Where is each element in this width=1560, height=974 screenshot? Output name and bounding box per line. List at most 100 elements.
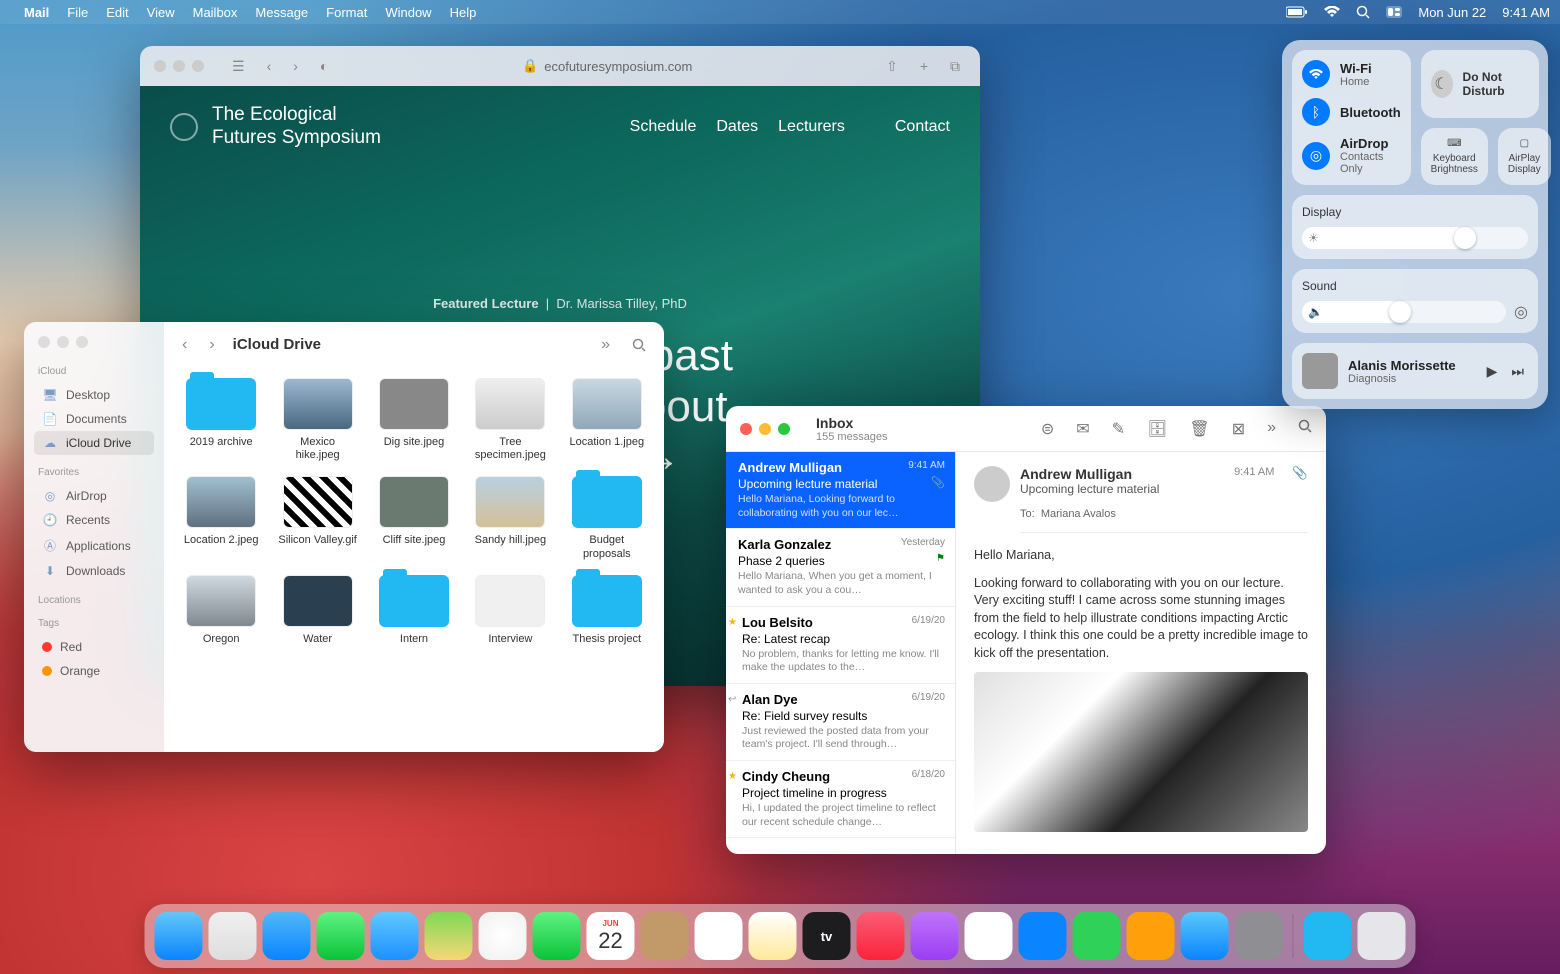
sidebar-item-airdrop[interactable]: ◎AirDrop (34, 484, 154, 508)
new-tab-button[interactable]: + (914, 54, 934, 78)
message-item[interactable]: ★Lou Belsito6/19/20Re: Latest recapNo pr… (726, 607, 955, 684)
wifi-icon[interactable] (1324, 6, 1340, 18)
dock-notes[interactable] (749, 912, 797, 960)
junk-icon[interactable]: ⊠ (1232, 419, 1245, 439)
message-item[interactable]: ★Cindy Cheung6/18/20Project timeline in … (726, 761, 955, 838)
message-item[interactable]: Karla GonzalezYesterdayPhase 2 queries⚑H… (726, 529, 955, 606)
message-item[interactable]: ↩Alan Dye6/19/20Re: Field survey results… (726, 684, 955, 761)
dock-photos[interactable] (479, 912, 527, 960)
share-button[interactable]: ⇧ (880, 54, 904, 79)
dock-messages[interactable] (317, 912, 365, 960)
file-item[interactable]: Silicon Valley.gif (274, 476, 360, 560)
forward-button[interactable]: › (287, 54, 304, 78)
trash-icon[interactable]: 🗑 (1189, 419, 1209, 439)
play-icon[interactable]: ▶ (1487, 363, 1498, 380)
dock-downloads[interactable] (1304, 912, 1352, 960)
tabs-button[interactable]: ⧉ (944, 54, 966, 79)
dock-tv[interactable]: tv (803, 912, 851, 960)
nav-lecturers[interactable]: Lecturers (778, 118, 845, 136)
window-controls[interactable] (34, 336, 154, 348)
sidebar-item-orange[interactable]: Orange (34, 659, 154, 683)
dock-mail[interactable] (371, 912, 419, 960)
more-icon[interactable]: » (1267, 419, 1276, 439)
archive-icon[interactable]: 🗄 (1147, 419, 1167, 439)
file-item[interactable]: Tree specimen.jpeg (467, 378, 553, 462)
file-item[interactable]: Sandy hill.jpeg (467, 476, 553, 560)
menu-mailbox[interactable]: Mailbox (193, 5, 238, 20)
forward-button[interactable]: › (205, 334, 218, 356)
app-menu[interactable]: Mail (24, 5, 49, 20)
file-item[interactable]: Water (274, 575, 360, 646)
sidebar-item-applications[interactable]: ⒶApplications (34, 532, 154, 559)
dock-safari[interactable] (263, 912, 311, 960)
file-item[interactable]: Interview (467, 575, 553, 646)
sidebar-item-documents[interactable]: 📄Documents (34, 407, 154, 431)
sidebar-button[interactable]: ☰ (226, 54, 251, 79)
address-bar[interactable]: 🔒ecofuturesymposium.com (344, 58, 870, 74)
dock-music[interactable] (857, 912, 905, 960)
reader-button[interactable]: ◐ (314, 54, 334, 78)
cc-dnd[interactable]: ☾ Do Not Disturb (1421, 50, 1539, 118)
cc-airdrop[interactable]: ◎ AirDropContacts Only (1302, 136, 1401, 175)
menubar-time[interactable]: 9:41 AM (1502, 5, 1550, 20)
dock-podcasts[interactable] (911, 912, 959, 960)
dock-news[interactable] (965, 912, 1013, 960)
message-item[interactable]: Andrew Mulligan9:41 AMUpcoming lecture m… (726, 452, 955, 529)
cc-airplay[interactable]: ▢ AirPlay Display (1498, 128, 1551, 185)
menu-help[interactable]: Help (450, 5, 477, 20)
control-center-icon[interactable] (1386, 6, 1402, 18)
back-button[interactable]: ‹ (261, 54, 278, 78)
dock-app-store[interactable] (1181, 912, 1229, 960)
sidebar-item-red[interactable]: Red (34, 635, 154, 659)
dock-system-preferences[interactable] (1235, 912, 1283, 960)
menu-message[interactable]: Message (255, 5, 308, 20)
cc-now-playing[interactable]: Alanis Morissette Diagnosis ▶ ⏭ (1292, 343, 1538, 399)
back-button[interactable]: ‹ (178, 334, 191, 356)
file-item[interactable]: Dig site.jpeg (371, 378, 457, 462)
compose-icon[interactable]: ✎ (1112, 419, 1125, 439)
display-slider[interactable]: ☀ (1302, 227, 1528, 249)
file-item[interactable]: Thesis project (564, 575, 650, 646)
sidebar-item-desktop[interactable]: 🖥Desktop (34, 383, 154, 407)
dock-numbers[interactable] (1073, 912, 1121, 960)
forward-icon[interactable]: ⏭ (1511, 363, 1524, 380)
file-item[interactable]: 2019 archive (178, 378, 264, 462)
filter-icon[interactable]: ⊜ (1041, 419, 1054, 439)
sound-slider[interactable]: 🔈 (1302, 301, 1506, 323)
dock-trash[interactable] (1358, 912, 1406, 960)
dock-keynote[interactable] (1019, 912, 1067, 960)
attachment-icon[interactable]: 📎 (1292, 466, 1308, 481)
dock-facetime[interactable] (533, 912, 581, 960)
dock-maps[interactable] (425, 912, 473, 960)
more-button[interactable]: » (597, 334, 614, 356)
menu-edit[interactable]: Edit (106, 5, 128, 20)
sidebar-item-icloud-drive[interactable]: ☁iCloud Drive (34, 431, 154, 455)
menu-view[interactable]: View (147, 5, 175, 20)
dock-pages[interactable] (1127, 912, 1175, 960)
envelope-icon[interactable]: ✉ (1076, 419, 1089, 439)
sidebar-item-downloads[interactable]: ⬇Downloads (34, 559, 154, 583)
sound-output-icon[interactable]: ◎ (1514, 302, 1528, 322)
cc-wifi[interactable]: Wi-FiHome (1302, 60, 1401, 88)
dock-reminders[interactable] (695, 912, 743, 960)
dock-contacts[interactable] (641, 912, 689, 960)
nav-dates[interactable]: Dates (716, 118, 758, 136)
sidebar-item-recents[interactable]: 🕘Recents (34, 508, 154, 532)
dock-launchpad[interactable] (209, 912, 257, 960)
window-controls[interactable] (740, 423, 790, 435)
menubar-date[interactable]: Mon Jun 22 (1418, 5, 1486, 20)
battery-icon[interactable] (1286, 6, 1308, 18)
file-item[interactable]: Cliff site.jpeg (371, 476, 457, 560)
cc-bluetooth[interactable]: ᛒ Bluetooth (1302, 98, 1401, 126)
file-item[interactable]: Oregon (178, 575, 264, 646)
menu-window[interactable]: Window (385, 5, 431, 20)
nav-contact[interactable]: Contact (895, 118, 950, 136)
file-item[interactable]: Location 2.jpeg (178, 476, 264, 560)
dock-calendar[interactable]: JUN22 (587, 912, 635, 960)
nav-schedule[interactable]: Schedule (630, 118, 697, 136)
file-item[interactable]: Budget proposals (564, 476, 650, 560)
site-logo[interactable] (170, 113, 198, 141)
cc-keyboard-brightness[interactable]: ⌨︎ Keyboard Brightness (1421, 128, 1488, 185)
file-item[interactable]: Mexico hike.jpeg (274, 378, 360, 462)
search-button[interactable] (628, 336, 650, 354)
